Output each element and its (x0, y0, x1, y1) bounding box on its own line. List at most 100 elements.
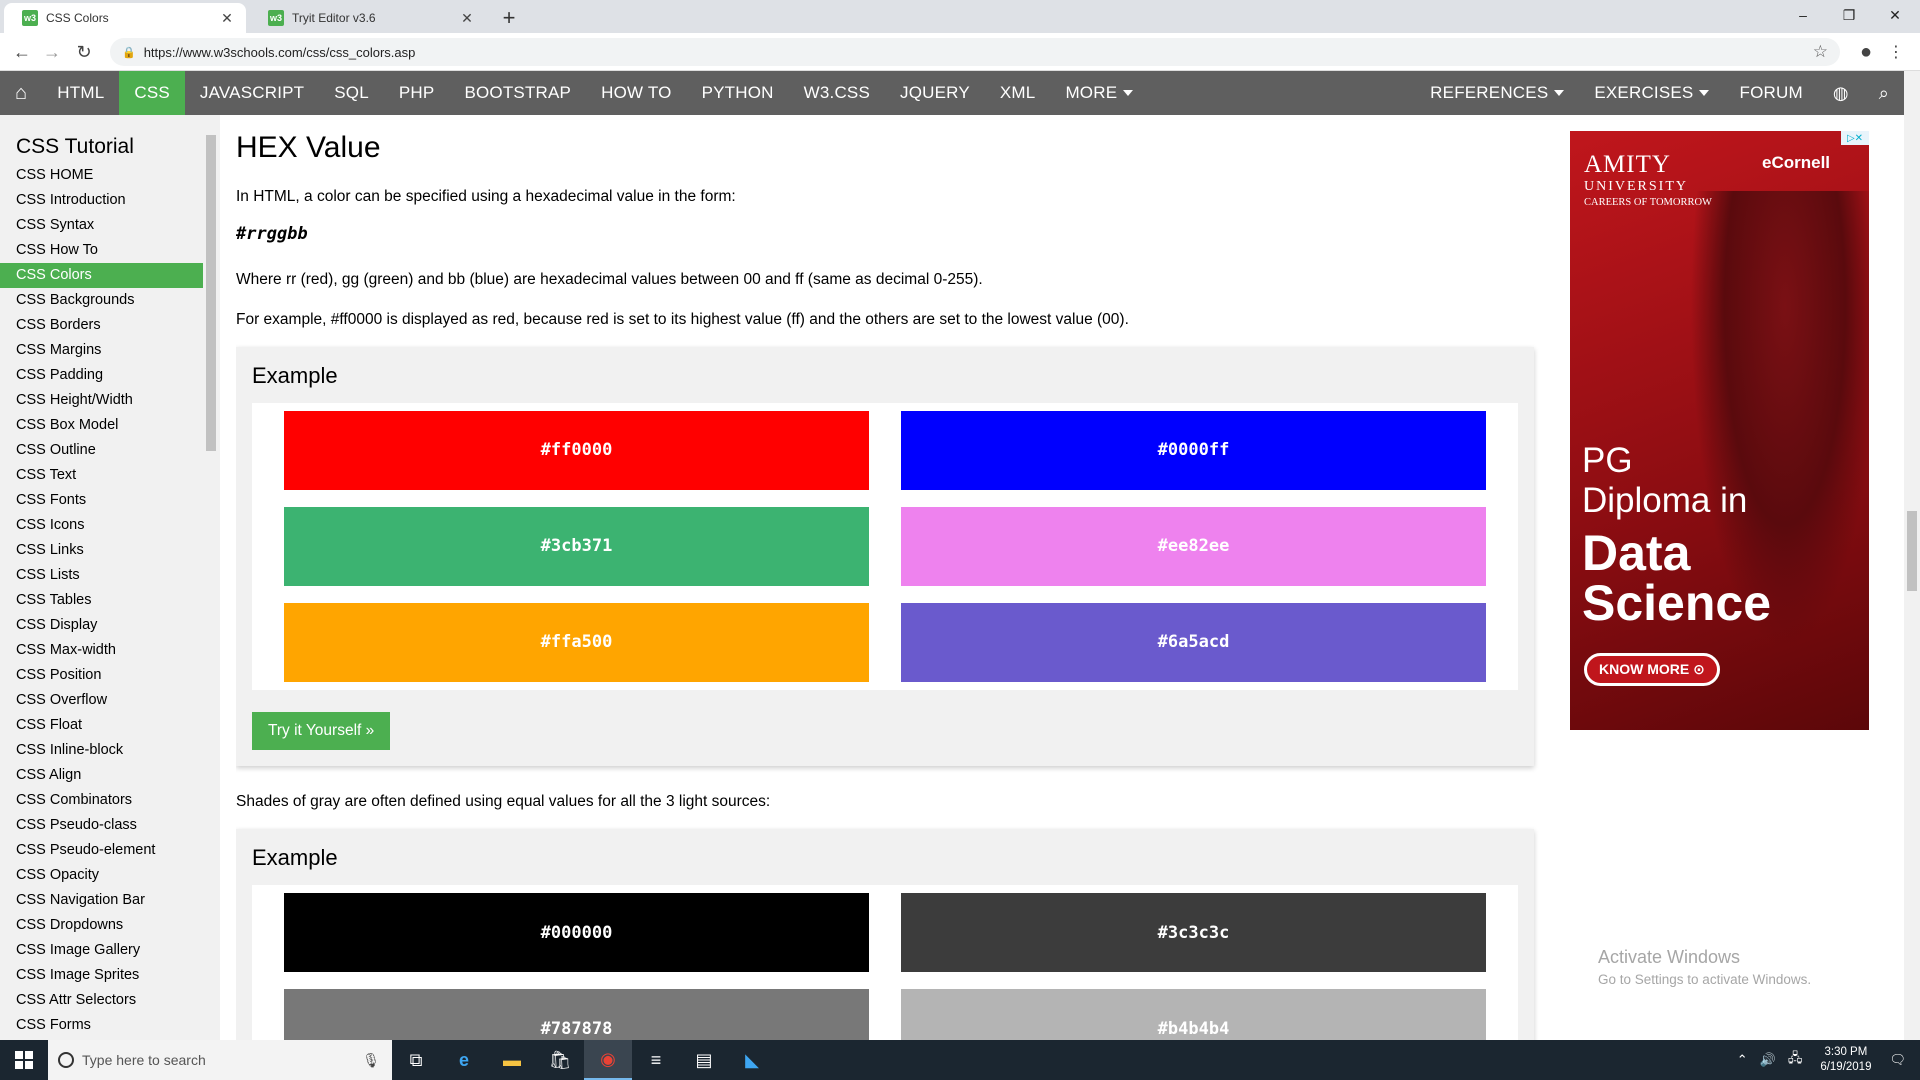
taskbar-clock[interactable]: 3:30 PM 6/19/2019 (1808, 1045, 1883, 1075)
sidebar-item-css-display[interactable]: CSS Display (0, 613, 203, 638)
file-explorer-icon[interactable]: ▬ (488, 1040, 536, 1080)
sidebar-item-css-introduction[interactable]: CSS Introduction (0, 188, 203, 213)
globe-icon[interactable]: ◍ (1818, 71, 1864, 115)
sidebar-item-css-how-to[interactable]: CSS How To (0, 238, 203, 263)
sidebar-item-css-fonts[interactable]: CSS Fonts (0, 488, 203, 513)
sidebar-scrollbar[interactable] (205, 121, 217, 1035)
app-icon[interactable]: ≡ (632, 1040, 680, 1080)
sidebar-item-css-opacity[interactable]: CSS Opacity (0, 863, 203, 888)
page-scroll-thumb[interactable] (1907, 511, 1917, 591)
sidebar-item-css-pseudo-element[interactable]: CSS Pseudo-element (0, 838, 203, 863)
sidebar-item-css-position[interactable]: CSS Position (0, 663, 203, 688)
home-icon[interactable]: ⌂ (0, 71, 42, 115)
sidebar-item-css-forms[interactable]: CSS Forms (0, 1013, 203, 1038)
know-more-button[interactable]: KNOW MORE ⊙ (1584, 653, 1720, 686)
sidebar-item-css-margins[interactable]: CSS Margins (0, 338, 203, 363)
store-icon[interactable]: 🛍 (536, 1040, 584, 1080)
nav-references[interactable]: REFERENCES (1415, 71, 1579, 115)
notepad-icon[interactable]: ▤ (680, 1040, 728, 1080)
nav-w3css[interactable]: W3.CSS (789, 71, 885, 115)
windows-taskbar: Type here to search 🎙 ⧉ e ▬ 🛍 ◉ ≡ ▤ ◣ ⌃ … (0, 1040, 1920, 1080)
sidebar-item-css-float[interactable]: CSS Float (0, 713, 203, 738)
tab-css-colors[interactable]: w3 CSS Colors ✕ (4, 3, 246, 33)
address-bar[interactable]: 🔒 https://www.w3schools.com/css/css_colo… (110, 38, 1840, 66)
sidebar-item-css-borders[interactable]: CSS Borders (0, 313, 203, 338)
color-swatch-6a5acd: #6a5acd (901, 602, 1486, 682)
nav-python[interactable]: PYTHON (687, 71, 789, 115)
maximize-button[interactable]: ❐ (1826, 0, 1872, 30)
sidebar-item-css-outline[interactable]: CSS Outline (0, 438, 203, 463)
sidebar-item-css-navigation-bar[interactable]: CSS Navigation Bar (0, 888, 203, 913)
nav-css[interactable]: CSS (119, 71, 185, 115)
sidebar-item-css-tables[interactable]: CSS Tables (0, 588, 203, 613)
nav-xml[interactable]: XML (985, 71, 1051, 115)
clock-time: 3:30 PM (1824, 1046, 1868, 1058)
tray-chevron-icon[interactable]: ⌃ (1731, 1052, 1754, 1068)
nav-bootstrap[interactable]: BOOTSTRAP (449, 71, 586, 115)
advertisement-banner[interactable]: ▷✕ AMITY UNIVERSITY CAREERS OF TOMORROW … (1570, 131, 1869, 730)
nav-how-to[interactable]: HOW TO (586, 71, 686, 115)
nav-more[interactable]: MORE (1050, 71, 1148, 115)
sidebar-scroll-thumb[interactable] (206, 135, 216, 451)
nav-jquery[interactable]: JQUERY (885, 71, 985, 115)
reload-icon[interactable]: ↻ (72, 40, 96, 64)
nav-php[interactable]: PHP (384, 71, 450, 115)
sidebar-item-css-overflow[interactable]: CSS Overflow (0, 688, 203, 713)
sidebar-item-css-colors[interactable]: CSS Colors (0, 263, 203, 288)
profile-icon[interactable]: ● (1854, 40, 1878, 64)
minimize-button[interactable]: – (1780, 0, 1826, 30)
sidebar-item-css-links[interactable]: CSS Links (0, 538, 203, 563)
nav-exercises[interactable]: EXERCISES (1579, 71, 1724, 115)
sidebar-item-css-attr-selectors[interactable]: CSS Attr Selectors (0, 988, 203, 1013)
sidebar-item-css-max-width[interactable]: CSS Max-width (0, 638, 203, 663)
sidebar-item-css-image-gallery[interactable]: CSS Image Gallery (0, 938, 203, 963)
close-tab-icon[interactable]: ✕ (218, 9, 236, 27)
nav-html[interactable]: HTML (42, 71, 119, 115)
try-it-yourself-button[interactable]: Try it Yourself » (252, 711, 391, 750)
volume-icon[interactable]: 🔊 (1754, 1052, 1782, 1068)
nav-forum[interactable]: FORUM (1724, 71, 1817, 115)
color-swatch-0000ff: #0000ff (901, 410, 1486, 490)
sidebar-item-css-inline-block[interactable]: CSS Inline-block (0, 738, 203, 763)
chrome-icon[interactable]: ◉ (584, 1040, 632, 1080)
menu-kebab-icon[interactable]: ⋮ (1884, 40, 1908, 64)
ad-headline-line2: Diploma in (1582, 481, 1748, 520)
sidebar-item-css-icons[interactable]: CSS Icons (0, 513, 203, 538)
sidebar-item-css-syntax[interactable]: CSS Syntax (0, 213, 203, 238)
bookmark-star-icon[interactable]: ☆ (1813, 42, 1828, 62)
task-view-icon[interactable]: ⧉ (392, 1040, 440, 1080)
sidebar-item-css-home[interactable]: CSS HOME (0, 163, 203, 188)
tab-tryit-editor[interactable]: w3 Tryit Editor v3.6 ✕ (250, 3, 486, 33)
sidebar-item-css-backgrounds[interactable]: CSS Backgrounds (0, 288, 203, 313)
sidebar-item-css-lists[interactable]: CSS Lists (0, 563, 203, 588)
new-tab-button[interactable]: + (496, 5, 522, 31)
sidebar-item-css-box-model[interactable]: CSS Box Model (0, 413, 203, 438)
sidebar-item-css-align[interactable]: CSS Align (0, 763, 203, 788)
forward-arrow-icon[interactable]: → (40, 40, 64, 64)
microphone-icon[interactable]: 🎙 (362, 1052, 380, 1069)
sidebar-item-css-combinators[interactable]: CSS Combinators (0, 788, 203, 813)
nav-sql[interactable]: SQL (319, 71, 384, 115)
taskbar-search-box[interactable]: Type here to search 🎙 (48, 1040, 392, 1080)
sidebar-item-css-height-width[interactable]: CSS Height/Width (0, 388, 203, 413)
play-circle-icon: ⊙ (1693, 661, 1705, 677)
ad-subject: Data Science (1582, 528, 1771, 628)
sidebar-item-css-padding[interactable]: CSS Padding (0, 363, 203, 388)
sidebar-item-css-text[interactable]: CSS Text (0, 463, 203, 488)
sidebar-item-css-image-sprites[interactable]: CSS Image Sprites (0, 963, 203, 988)
sidebar-item-css-pseudo-class[interactable]: CSS Pseudo-class (0, 813, 203, 838)
close-tab-icon[interactable]: ✕ (458, 9, 476, 27)
windows-start-button[interactable] (0, 1040, 48, 1080)
ecornell-logo: eCornell (1762, 153, 1831, 172)
back-arrow-icon[interactable]: ← (10, 40, 34, 64)
nav-javascript[interactable]: JAVASCRIPT (185, 71, 319, 115)
sidebar-item-css-dropdowns[interactable]: CSS Dropdowns (0, 913, 203, 938)
page-scrollbar[interactable] (1904, 71, 1920, 1040)
vscode-icon[interactable]: ◣ (728, 1040, 776, 1080)
network-icon[interactable]: 🖧 (1782, 1049, 1809, 1071)
notifications-icon[interactable]: 🗨 (1883, 1052, 1920, 1068)
search-icon[interactable]: ⌕ (1864, 71, 1904, 115)
adchoices-icon[interactable]: ▷✕ (1841, 131, 1869, 145)
close-window-button[interactable]: ✕ (1872, 0, 1918, 30)
edge-browser-icon[interactable]: e (440, 1040, 488, 1080)
